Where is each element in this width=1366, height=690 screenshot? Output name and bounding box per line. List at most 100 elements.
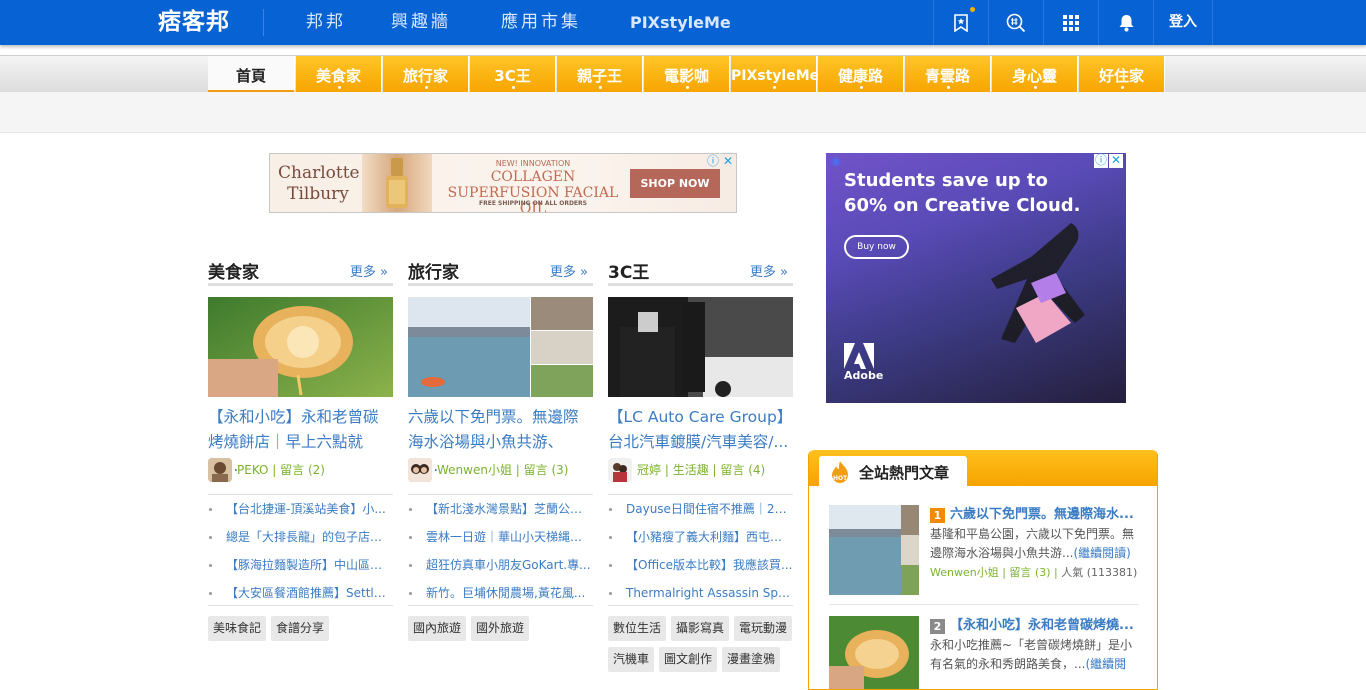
- nav-pixstyleme[interactable]: PIXstyleMe: [630, 0, 731, 45]
- column-title: 旅行家: [408, 263, 459, 283]
- side-ad-headline: Students save up to 60% on Creative Clou…: [844, 170, 1081, 216]
- column-header: 美食家 更多 »: [208, 254, 393, 286]
- author-avatar[interactable]: [408, 458, 432, 482]
- tag-list: 國內旅遊 國外旅遊: [408, 616, 598, 647]
- read-more-link[interactable]: (繼續閱讀): [1073, 546, 1130, 560]
- divider: [263, 9, 264, 36]
- side-ad-brand: Adobe: [844, 369, 884, 382]
- more-link[interactable]: 更多 »: [750, 261, 788, 280]
- comment-count[interactable]: 留言 (2): [280, 463, 325, 477]
- tag-list: 美味食記 食譜分享: [208, 616, 398, 647]
- ad-brand-name: Charlotte Tilbury: [278, 163, 360, 204]
- nav-app-market[interactable]: 應用市集: [501, 0, 581, 45]
- ad-tagline: NEW! INNOVATION: [495, 159, 571, 168]
- list-item[interactable]: 【新北淺水灣景點】芝蘭公園...: [408, 495, 593, 523]
- rank-badge: 2: [930, 619, 945, 634]
- ad-close-icon[interactable]: ✕: [1109, 154, 1123, 168]
- list-item[interactable]: 總是「大排長龍」的包子店！...: [208, 523, 393, 551]
- tag[interactable]: 汽機車: [608, 647, 655, 672]
- category-tab-home-living[interactable]: 好住家: [1079, 56, 1165, 93]
- category-tab-travel[interactable]: 旅行家: [383, 56, 469, 93]
- author-name[interactable]: 冠婷: [637, 463, 661, 477]
- list-item[interactable]: 【豚海拉麵製造所】中山區拉...: [208, 551, 393, 579]
- featured-article-link[interactable]: 【LC Auto Care Group】台北汽車鍍膜/汽車美容/...: [608, 405, 793, 454]
- tag[interactable]: 國內旅遊: [408, 616, 467, 641]
- column-food: 美食家 更多 » 【永和小吃】永和老曾碳烤燒餅店｜早上六點就營... PEKO …: [208, 254, 393, 641]
- list-item[interactable]: 【Office版本比較】我應該買...: [608, 551, 793, 579]
- hot-articles-panel: HOT 全站熱門文章 1 六歲以下免門票。無邊際海水... 基隆和平島公園，六歲…: [808, 450, 1158, 690]
- bookmark-button[interactable]: [933, 0, 988, 45]
- tag[interactable]: 食譜分享: [271, 616, 330, 641]
- tag[interactable]: 圖文創作: [659, 647, 718, 672]
- banner-ad[interactable]: Charlotte Tilbury NEW! INNOVATION COLLAG…: [269, 153, 737, 213]
- category-tab-health[interactable]: 健康路: [818, 56, 904, 93]
- login-button[interactable]: 登入: [1153, 0, 1213, 45]
- category-tab-movies[interactable]: 電影咖: [644, 56, 730, 93]
- read-more-link[interactable]: (繼續閱: [1085, 657, 1126, 671]
- category-link[interactable]: 生活趣: [673, 463, 709, 477]
- hot-article-title[interactable]: 六歲以下免門票。無邊際海水...: [950, 505, 1140, 525]
- column-header: 旅行家 更多 »: [408, 254, 593, 286]
- category-tab-mind[interactable]: 身心靈: [992, 56, 1078, 93]
- buy-now-button[interactable]: Buy now: [844, 235, 909, 259]
- apps-grid-icon: [1063, 14, 1079, 31]
- category-tab-parenting[interactable]: 親子王: [557, 56, 643, 93]
- notifications-button[interactable]: [1098, 0, 1153, 45]
- pixnet-logo[interactable]: 痞客邦: [158, 7, 230, 37]
- tag[interactable]: 美味食記: [208, 616, 267, 641]
- article-thumbnail[interactable]: [408, 297, 593, 397]
- author-name[interactable]: PEKO: [237, 463, 268, 477]
- ad-shop-now-button[interactable]: SHOP NOW: [630, 169, 720, 198]
- column-header: 3C王 更多 »: [608, 254, 793, 286]
- author-name[interactable]: Wenwen小姐: [437, 463, 512, 477]
- tag[interactable]: 國外旅遊: [471, 616, 530, 641]
- tag[interactable]: 數位生活: [608, 616, 667, 641]
- comment-count[interactable]: 留言 (3): [1009, 566, 1050, 579]
- category-tab-pixstyleme[interactable]: PIXstyleMe: [731, 56, 819, 93]
- article-list: 【台北捷運-頂溪站美食】小... 總是「大排長龍」的包子店！... 【豚海拉麵製…: [208, 495, 393, 607]
- list-item[interactable]: 【大安區餐酒館推薦】Settle ...: [208, 579, 393, 607]
- divider: [408, 605, 593, 606]
- list-item[interactable]: Dayuse日間住宿不推薦｜20...: [608, 495, 793, 523]
- hot-article-title[interactable]: 【永和小吃】永和老曾碳烤燒...: [950, 616, 1140, 636]
- list-item[interactable]: 超狂仿真車小朋友GoKart.專...: [408, 551, 593, 579]
- notification-dot: [970, 7, 975, 12]
- apps-button[interactable]: [1043, 0, 1098, 45]
- article-thumbnail[interactable]: [608, 297, 793, 397]
- hashtag-search-button[interactable]: [988, 0, 1043, 45]
- category-tab-home[interactable]: 首頁: [208, 56, 295, 93]
- comment-count[interactable]: 留言 (4): [720, 463, 765, 477]
- article-meta: Wenwen小姐 | 留言 (3): [408, 458, 593, 482]
- category-tab-3c[interactable]: 3C王: [470, 56, 556, 93]
- ad-info-icon[interactable]: ⓘ: [706, 155, 720, 169]
- hot-articles-tab[interactable]: HOT 全站熱門文章: [819, 456, 967, 486]
- nav-bangbang[interactable]: 邦邦: [306, 0, 346, 45]
- tag[interactable]: 電玩動漫: [734, 616, 793, 641]
- tag[interactable]: 漫畫塗鴉: [722, 647, 781, 672]
- author-avatar[interactable]: [608, 458, 632, 482]
- author-avatar[interactable]: [208, 458, 232, 482]
- ad-close-icon[interactable]: ✕: [721, 155, 735, 169]
- tag[interactable]: 攝影寫真: [671, 616, 730, 641]
- more-link[interactable]: 更多 »: [350, 261, 388, 280]
- ad-info-icon[interactable]: ⓘ: [1094, 154, 1108, 168]
- category-bar: 首頁 美食家 旅行家 3C王 親子王 電影咖 PIXstyleMe 健康路 青雲…: [0, 55, 1366, 93]
- nav-interest-wall[interactable]: 興趣牆: [391, 0, 451, 45]
- sub-navigation-bar: [0, 92, 1366, 133]
- article-meta: PEKO | 留言 (2): [208, 458, 393, 482]
- list-item[interactable]: Thermalright Assassin Spirit ...: [608, 579, 793, 607]
- comment-count[interactable]: 留言 (3): [524, 463, 569, 477]
- category-tab-career[interactable]: 青雲路: [905, 56, 991, 93]
- author-name[interactable]: Wenwen小姐: [930, 566, 999, 579]
- hot-article-thumbnail[interactable]: [829, 505, 919, 595]
- list-item[interactable]: 【小豬瘦了義大利麵】西屯聚...: [608, 523, 793, 551]
- list-item[interactable]: 雲林一日遊｜華山小天梯縄索...: [408, 523, 593, 551]
- side-ad[interactable]: Students save up to 60% on Creative Clou…: [826, 153, 1126, 403]
- article-thumbnail[interactable]: [208, 297, 393, 397]
- category-tab-food[interactable]: 美食家: [296, 56, 382, 93]
- top-navigation-bar: 痞客邦 邦邦 興趣牆 應用市集 PIXstyleMe 登入: [0, 0, 1366, 45]
- more-link[interactable]: 更多 »: [550, 261, 588, 280]
- hot-article-thumbnail[interactable]: [829, 616, 919, 689]
- list-item[interactable]: 【台北捷運-頂溪站美食】小...: [208, 495, 393, 523]
- list-item[interactable]: 新竹。巨埔休閒農場,黃花風...: [408, 579, 593, 607]
